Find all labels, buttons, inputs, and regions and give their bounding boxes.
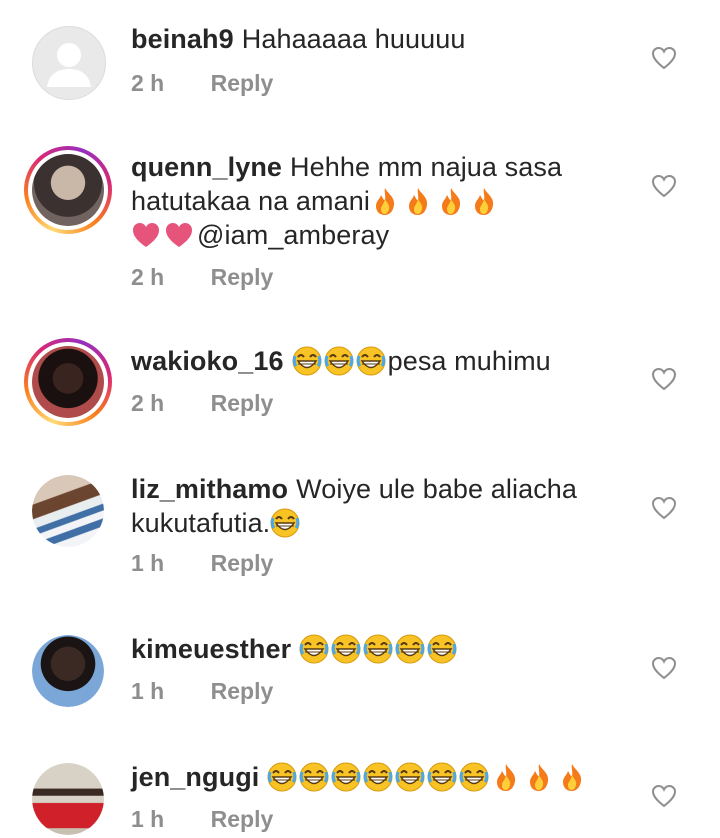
laugh-emoji-icon [270,508,300,538]
laugh-emoji-icon [331,634,361,664]
comment-username[interactable]: jen_ngugi [131,762,259,792]
comment-meta: 1 h Reply [131,678,273,705]
profile-photo [32,475,104,547]
comment-time: 1 h [131,806,165,832]
laugh-emoji-icon [331,762,361,792]
comment-text: jen_ngugi [131,760,631,794]
comment-body: Hehhe mm najua sasa [290,152,563,182]
reply-button[interactable]: Reply [211,678,274,704]
laugh-emoji-icon [427,762,457,792]
comment-username[interactable]: quenn_lyne [131,152,282,182]
laugh-emoji-icon [395,762,425,792]
laugh-emoji-icon [395,634,425,664]
avatar[interactable] [32,763,104,835]
laugh-emoji-icon [459,762,489,792]
reply-button[interactable]: Reply [211,264,274,290]
comment-username[interactable]: beinah9 [131,24,234,54]
fire-emoji-icon [370,186,400,216]
comment-time: 2 h [131,264,165,290]
reply-button[interactable]: Reply [211,390,274,416]
comment-text: kimeuesther [131,632,631,666]
like-heart-icon[interactable] [651,655,677,681]
comment-time: 2 h [131,70,165,96]
fire-emoji-icon [469,186,499,216]
like-heart-icon[interactable] [651,173,677,199]
comment-body: Woiye ule babe aliacha [296,474,578,504]
laugh-emoji-icon [299,634,329,664]
avatar[interactable] [24,146,112,234]
comment-item: kimeuesther 1 h Reply [0,630,720,740]
like-heart-icon[interactable] [651,495,677,521]
comment-username[interactable]: kimeuesther [131,634,291,664]
fire-emoji-icon [403,186,433,216]
comment-body-line2: kukutafutia. [131,508,271,538]
fire-emoji-icon [491,762,521,792]
comment-text: liz_mithamo Woiye ule babe aliacha kukuta… [131,472,631,540]
comment-item: quenn_lyne Hehhe mm najua sasa hatutakaa … [0,140,720,320]
heart-emoji-icon [131,220,161,250]
fire-emoji-icon [524,762,554,792]
like-heart-icon[interactable] [651,783,677,809]
comment-body-line2: hatutakaa na amani [131,186,370,216]
avatar[interactable] [32,475,104,547]
comment-text: quenn_lyne Hehhe mm najua sasa hatutakaa … [131,150,631,252]
reply-button[interactable]: Reply [211,806,274,832]
comment-text: wakioko_16 pesa muhimu [131,344,631,378]
fire-emoji-icon [436,186,466,216]
comment-username[interactable]: wakioko_16 [131,346,284,376]
laugh-emoji-icon [267,762,297,792]
comment-body: Hahaaaaa huuuuu [241,24,466,54]
comment-time: 1 h [131,678,165,704]
comment-item: wakioko_16 pesa muhimu 2 h Reply [0,334,720,454]
laugh-emoji-icon [363,762,393,792]
avatar[interactable] [32,635,104,707]
laugh-emoji-icon [292,346,322,376]
laugh-emoji-icon [299,762,329,792]
reply-button[interactable]: Reply [211,550,274,576]
comment-time: 1 h [131,550,165,576]
profile-photo [32,635,104,707]
comment-body: pesa muhimu [387,346,551,376]
comment-username[interactable]: liz_mithamo [131,474,288,504]
comment-item: liz_mithamo Woiye ule babe aliacha kukuta… [0,470,720,610]
profile-photo [32,346,104,418]
comment-time: 2 h [131,390,165,416]
comment-item: beinah9 Hahaaaaa huuuuu 2 h Reply [0,0,720,120]
laugh-emoji-icon [363,634,393,664]
avatar[interactable] [32,26,106,100]
comment-text: beinah9 Hahaaaaa huuuuu [131,22,631,56]
comment-item: jen_ngugi 1 h Reply [0,758,720,838]
comment-meta: 2 h Reply [131,70,273,97]
comment-meta: 2 h Reply [131,264,273,291]
profile-photo [32,154,104,226]
laugh-emoji-icon [356,346,386,376]
default-avatar-icon [47,43,91,87]
comment-meta: 1 h Reply [131,550,273,577]
avatar[interactable] [24,338,112,426]
laugh-emoji-icon [427,634,457,664]
fire-emoji-icon [557,762,587,792]
profile-photo [32,763,104,835]
laugh-emoji-icon [324,346,354,376]
reply-button[interactable]: Reply [211,70,274,96]
comment-meta: 2 h Reply [131,390,273,417]
comment-meta: 1 h Reply [131,806,273,833]
like-heart-icon[interactable] [651,366,677,392]
heart-emoji-icon [164,220,194,250]
mention-link[interactable]: @iam_amberay [197,220,389,250]
like-heart-icon[interactable] [651,45,677,71]
